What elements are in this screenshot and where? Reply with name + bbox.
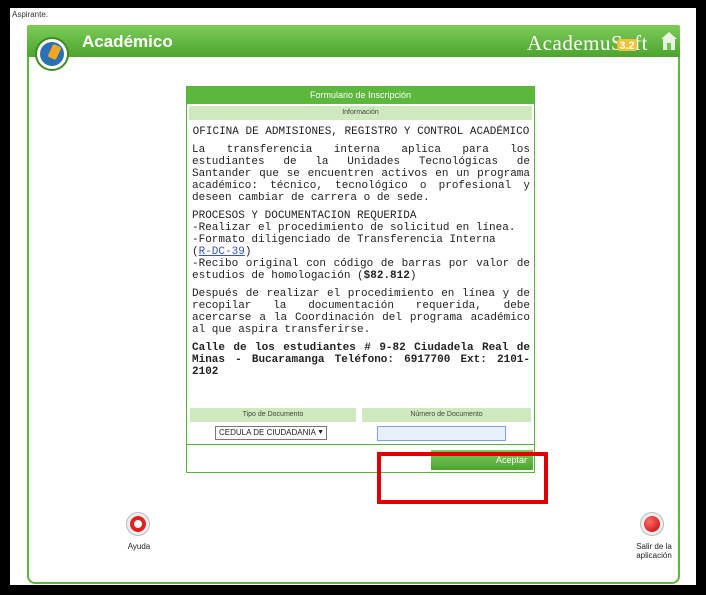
doc-number-input[interactable] <box>377 426 506 441</box>
process-step-2: -Formato diligenciado de Transferencia I… <box>192 234 496 246</box>
doc-type-select[interactable]: CEDULA DE CIUDADANIA ▼ <box>215 426 327 440</box>
process-block: PROCESOS Y DOCUMENTACION REQUERIDA -Real… <box>192 210 530 282</box>
address-text: Calle de los estudiantes # 9-82 Ciudadel… <box>192 342 530 378</box>
lifebuoy-icon[interactable] <box>126 512 150 536</box>
exit-label[interactable]: Salir de la aplicación <box>628 542 680 560</box>
process-step-1: -Realizar el procedimiento de solicitud … <box>192 222 516 234</box>
frame-bottom <box>0 585 706 595</box>
highlight-box <box>377 452 548 504</box>
help-label[interactable]: Ayuda <box>119 542 159 551</box>
form-divider <box>187 444 534 445</box>
exit-icon[interactable] <box>640 512 664 536</box>
coordination-paragraph: Después de realizar el procedimiento en … <box>192 288 530 336</box>
user-label: Aspirante. <box>10 8 696 22</box>
form-subtitle: Información <box>189 106 532 120</box>
form-r-dc-39-link[interactable]: R-DC-39 <box>199 246 245 258</box>
registration-form: Formulario de Inscripción Información OF… <box>186 86 535 473</box>
brand-version: 3.2 <box>619 40 634 52</box>
office-heading: OFICINA DE ADMISIONES, REGISTRO Y CONTRO… <box>192 126 530 138</box>
brand-version-badge: 3.2 <box>617 39 637 52</box>
doc-number-label: Número de Documento <box>362 408 531 422</box>
info-text: OFICINA DE ADMISIONES, REGISTRO Y CONTRO… <box>187 120 534 378</box>
top-frame-strip <box>0 0 706 8</box>
frame-right <box>696 0 706 595</box>
doc-type-value: CEDULA DE CIUDADANIA <box>219 428 316 437</box>
frame-left <box>0 0 10 595</box>
doc-type-label: Tipo de Documento <box>190 408 356 422</box>
process-step-3: -Recibo original con código de barras po… <box>192 258 530 282</box>
process-step-3-end: ) <box>409 270 417 282</box>
chevron-down-icon: ▼ <box>317 429 324 436</box>
form-title: Formulario de Inscripción <box>187 87 534 104</box>
home-icon[interactable] <box>660 31 678 51</box>
exit-label-line2: aplicación <box>636 551 672 560</box>
brand-main: Academu <box>527 31 611 55</box>
fee-amount: $82.812 <box>363 270 410 282</box>
exit-label-line1: Salir de la <box>636 542 672 551</box>
process-title: PROCESOS Y DOCUMENTACION REQUERIDA <box>192 210 417 222</box>
app-title: Académico <box>82 32 173 51</box>
transfer-paragraph: La transferencia interna aplica para los… <box>192 144 530 204</box>
